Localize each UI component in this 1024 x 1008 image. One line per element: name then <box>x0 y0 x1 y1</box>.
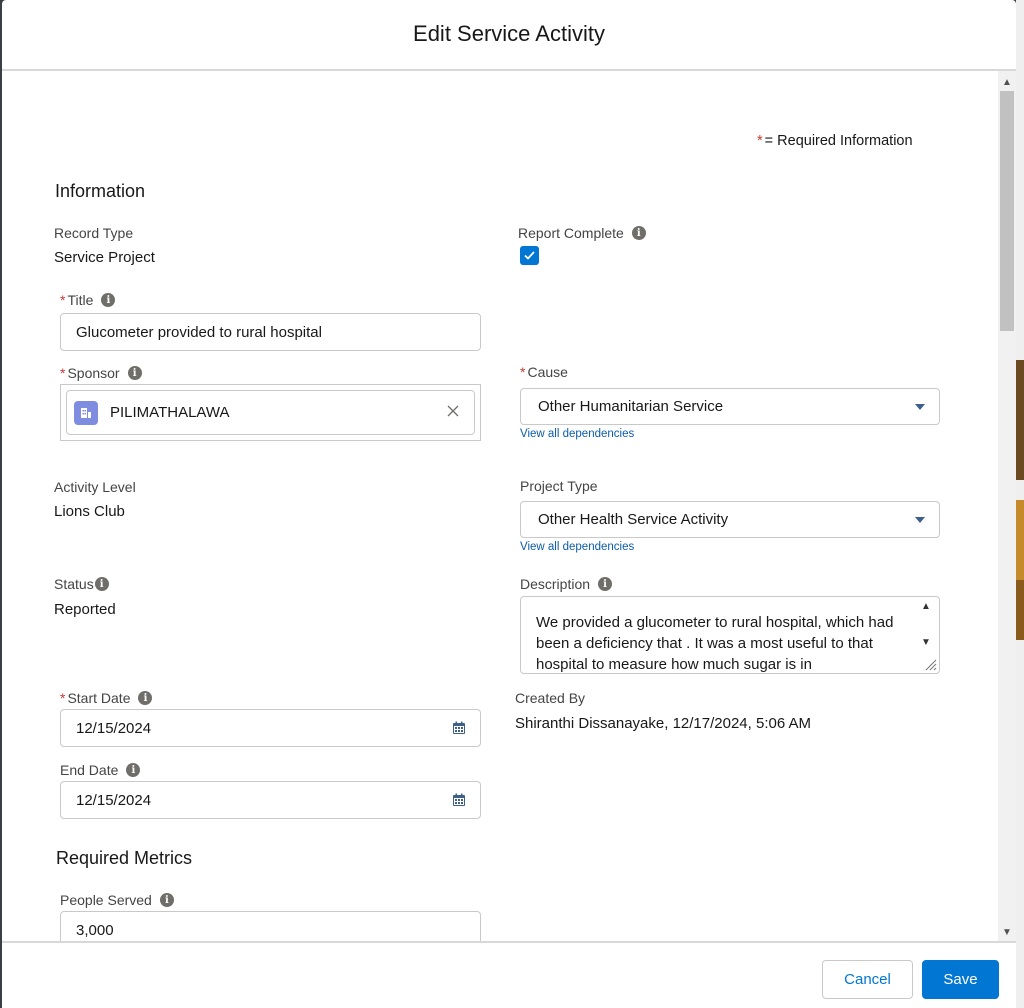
chevron-up-icon[interactable]: ▲ <box>998 73 1016 91</box>
end-date-label: End Date i <box>60 762 141 778</box>
created-by-label: Created By <box>515 690 586 706</box>
page-backdrop <box>1016 0 1024 1008</box>
people-served-input[interactable]: 3,000 <box>60 911 481 941</box>
resize-handle-icon[interactable] <box>923 657 937 671</box>
description-textarea[interactable]: We provided a glucometer to rural hospit… <box>520 596 940 674</box>
project-type-label: Project Type <box>520 478 598 494</box>
modal-scrollbar[interactable]: ▲ ▼ <box>998 71 1016 941</box>
cancel-button[interactable]: Cancel <box>822 960 913 999</box>
activity-level-label: Activity Level <box>54 479 136 495</box>
activity-level-value: Lions Club <box>54 503 125 520</box>
modal-title: Edit Service Activity <box>413 20 605 46</box>
modal-header: Edit Service Activity <box>2 0 1016 71</box>
chevron-down-icon[interactable]: ▼ <box>998 923 1016 941</box>
title-label: * Title i <box>60 292 116 308</box>
record-type-value: Service Project <box>54 249 155 266</box>
project-type-dependencies-link[interactable]: View all dependencies <box>520 541 634 553</box>
modal-body[interactable]: * = Required Information Information Reco… <box>2 71 1016 941</box>
sponsor-label: * Sponsor i <box>60 365 142 381</box>
scrollbar-thumb[interactable] <box>1000 91 1014 331</box>
info-icon[interactable]: i <box>101 293 116 307</box>
created-by-value: Shiranthi Dissanayake, 12/17/2024, 5:06 … <box>515 715 812 732</box>
record-type-label: Record Type <box>54 225 134 241</box>
cause-dependencies-link[interactable]: View all dependencies <box>520 428 634 440</box>
required-star: * <box>757 133 763 149</box>
status-label: Status i <box>54 576 109 592</box>
checkmark-icon <box>524 251 535 260</box>
description-text: We provided a glucometer to rural hospit… <box>536 614 894 673</box>
cause-select[interactable]: Other Humanitarian Service <box>520 388 940 425</box>
title-input[interactable]: Glucometer provided to rural hospital <box>60 313 481 351</box>
required-star: * <box>60 292 66 308</box>
description-label: Description i <box>520 576 613 592</box>
project-type-select[interactable]: Other Health Service Activity <box>520 501 940 538</box>
start-date-label: * Start Date i <box>60 690 153 706</box>
sponsor-lookup: PILIMATHALAWA <box>60 384 481 441</box>
required-info-text: = Required Information <box>764 133 913 149</box>
people-served-label: People Served i <box>60 892 174 908</box>
report-complete-checkbox[interactable] <box>520 246 539 265</box>
chevron-down-icon <box>915 517 925 523</box>
account-icon <box>74 400 98 425</box>
edit-modal: Edit Service Activity * = Required Inform… <box>2 0 1016 1008</box>
info-icon[interactable]: i <box>159 893 174 907</box>
section-information: Information <box>55 181 146 201</box>
info-icon[interactable]: i <box>631 226 646 240</box>
chevron-down-icon[interactable]: ▼ <box>919 635 933 649</box>
status-value: Reported <box>54 601 116 618</box>
close-icon[interactable] <box>446 404 460 418</box>
info-icon[interactable]: i <box>126 763 141 777</box>
section-required-metrics: Required Metrics <box>56 848 193 868</box>
cause-label: * Cause <box>520 364 568 380</box>
calendar-icon[interactable] <box>452 793 466 807</box>
end-date-input[interactable]: 12/15/2024 <box>60 781 481 819</box>
report-complete-label: Report Complete i <box>518 225 646 241</box>
chevron-up-icon[interactable]: ▲ <box>919 599 933 613</box>
info-icon[interactable]: i <box>127 366 142 380</box>
backdrop-image <box>1016 360 1024 480</box>
required-star: * <box>520 364 526 380</box>
save-button[interactable]: Save <box>922 960 999 999</box>
start-date-input[interactable]: 12/15/2024 <box>60 709 481 747</box>
required-info-legend: * = Required Information <box>757 133 913 149</box>
info-icon[interactable]: i <box>94 577 109 591</box>
required-star: * <box>60 690 66 706</box>
info-icon[interactable]: i <box>138 691 153 705</box>
backdrop-image <box>1016 580 1024 640</box>
required-star: * <box>60 365 66 381</box>
modal-footer: Cancel Save <box>2 941 1016 1008</box>
info-icon[interactable]: i <box>598 577 613 591</box>
chevron-down-icon <box>915 404 925 410</box>
sponsor-pill[interactable]: PILIMATHALAWA <box>66 390 475 435</box>
sponsor-value: PILIMATHALAWA <box>110 404 230 421</box>
backdrop-image <box>1016 500 1024 580</box>
calendar-icon[interactable] <box>452 721 466 735</box>
